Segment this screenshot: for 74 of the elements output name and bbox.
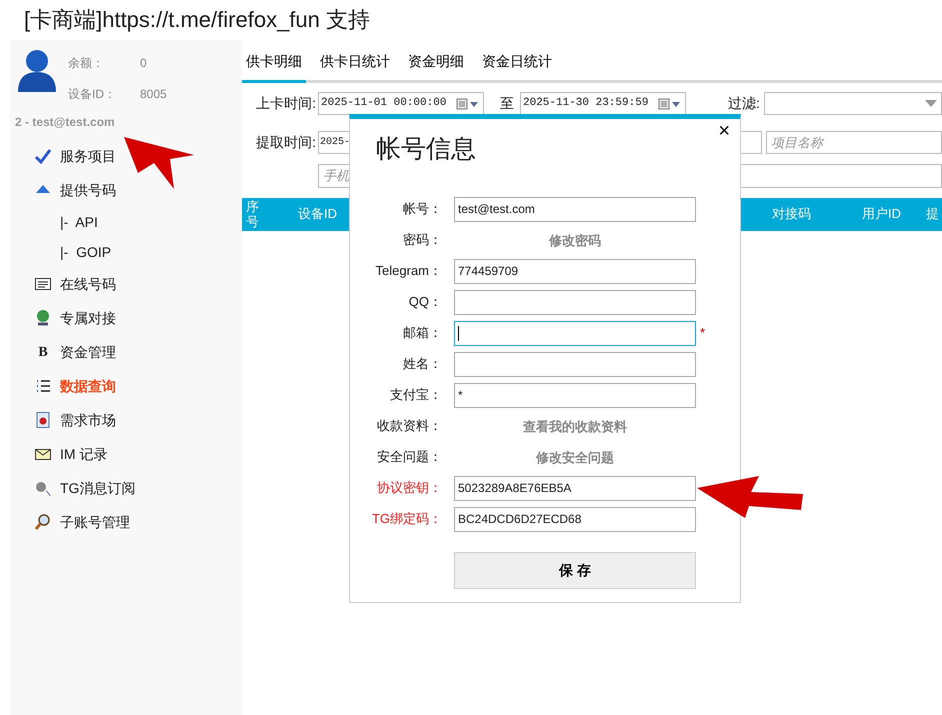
check-icon bbox=[34, 147, 52, 165]
form-label: 邮箱： bbox=[402, 324, 443, 342]
globe-icon bbox=[34, 309, 52, 327]
page-title: [卡商端]https://t.me/firefox_fun 支持 bbox=[23, 6, 371, 34]
tab[interactable]: 供卡明细 bbox=[242, 51, 306, 83]
tab[interactable]: 资金日统计 bbox=[478, 51, 556, 83]
action-link[interactable]: 修改安全问题 bbox=[454, 444, 696, 470]
sidebar-subitem[interactable]: |- API bbox=[10, 207, 242, 237]
balance-value: 0 bbox=[140, 55, 148, 72]
sidebar-item-label: 子账号管理 bbox=[60, 512, 130, 532]
form-label: QQ： bbox=[408, 293, 443, 312]
sidebar-item-label: 提供号码 bbox=[60, 180, 116, 200]
dialog-title: 帐号信息 bbox=[376, 134, 477, 165]
sidebar-item[interactable]: B 资金管理 bbox=[10, 335, 242, 369]
form-label: TG绑定码： bbox=[370, 510, 443, 528]
text-field[interactable]: 5023289A8E76EB5A bbox=[454, 476, 696, 500]
sidebar-item-label: 在线号码 bbox=[60, 274, 116, 294]
user-avatar-icon bbox=[16, 48, 58, 94]
sidebar-item[interactable]: 提供号码 bbox=[10, 173, 242, 207]
close-button[interactable]: × bbox=[718, 121, 730, 141]
text-field[interactable]: BC24DCD6D27ECD68 bbox=[454, 506, 696, 532]
bold-icon: B bbox=[34, 342, 52, 362]
tab[interactable]: 供卡日统计 bbox=[316, 51, 394, 83]
list-icon bbox=[34, 377, 52, 395]
device-id-value: 8005 bbox=[140, 86, 167, 103]
sidebar-item-label: IM 记录 bbox=[60, 444, 108, 464]
sidebar-item-label: 需求市场 bbox=[60, 410, 116, 430]
sidebar-item-label: 资金管理 bbox=[60, 342, 116, 362]
calendar-dropdown-icon[interactable] bbox=[456, 98, 480, 110]
sidebar-item[interactable]: IM 记录 bbox=[10, 437, 242, 471]
form-label: 支付宝： bbox=[389, 386, 443, 404]
sidebar-item[interactable]: 在线号码 bbox=[10, 267, 242, 301]
device-id-label: 设备ID： bbox=[68, 86, 117, 103]
required-mark: * bbox=[699, 324, 706, 342]
sidebar-item-label: 专属对接 bbox=[60, 308, 116, 328]
field-label: 上卡时间: bbox=[255, 94, 317, 113]
account-name: 2 - test@test.com bbox=[15, 114, 116, 131]
sidebar-item[interactable]: 服务项目 bbox=[10, 139, 242, 173]
tab[interactable]: 资金明细 bbox=[404, 51, 468, 83]
calendar-dropdown-icon[interactable] bbox=[658, 98, 682, 110]
sidebar-item[interactable]: 子账号管理 bbox=[10, 505, 242, 539]
sidebar-item-label: 数据查询 bbox=[60, 376, 116, 396]
sidebar-item-label: TG消息订阅 bbox=[60, 478, 136, 498]
sidebar-subitem[interactable]: |- GOIP bbox=[10, 237, 242, 267]
filter-select[interactable] bbox=[764, 92, 942, 115]
text-field[interactable]: test@test.com bbox=[454, 196, 696, 222]
save-button[interactable]: 保 存 bbox=[454, 552, 696, 588]
sidebar-item[interactable]: 专属对接 bbox=[10, 301, 242, 335]
text-field[interactable] bbox=[454, 320, 696, 346]
text-field[interactable]: 774459709 bbox=[454, 258, 696, 284]
form-label: 安全问题： bbox=[376, 448, 443, 466]
magnifier-icon bbox=[34, 513, 52, 531]
field-label: 提取时间: bbox=[255, 133, 317, 152]
sidebar-item-label: 服务项目 bbox=[60, 146, 116, 166]
field-label: 过滤: bbox=[728, 94, 760, 113]
form-label: 收款资料： bbox=[376, 417, 443, 436]
sidebar-item[interactable]: TG消息订阅 bbox=[10, 471, 242, 505]
speaker-icon bbox=[34, 479, 52, 497]
form-label: 密码： bbox=[402, 231, 443, 250]
page-icon bbox=[34, 411, 52, 429]
balance-label: 余额： bbox=[68, 55, 105, 72]
caret-icon bbox=[925, 100, 937, 108]
form-label: Telegram： bbox=[374, 262, 443, 280]
sidebar-item[interactable]: 需求市场 bbox=[10, 403, 242, 437]
action-link[interactable]: 修改密码 bbox=[454, 228, 696, 252]
text-field[interactable]: * bbox=[454, 382, 696, 408]
form-label: 协议密钥： bbox=[376, 479, 443, 498]
text-field[interactable] bbox=[454, 352, 696, 376]
form-label: 帐号： bbox=[402, 200, 443, 218]
text-field[interactable] bbox=[454, 290, 696, 314]
form-label: 姓名： bbox=[402, 355, 443, 374]
field-label: 至 bbox=[500, 94, 514, 113]
document-icon bbox=[34, 275, 52, 293]
action-link[interactable]: 查看我的收款资料 bbox=[454, 414, 696, 438]
